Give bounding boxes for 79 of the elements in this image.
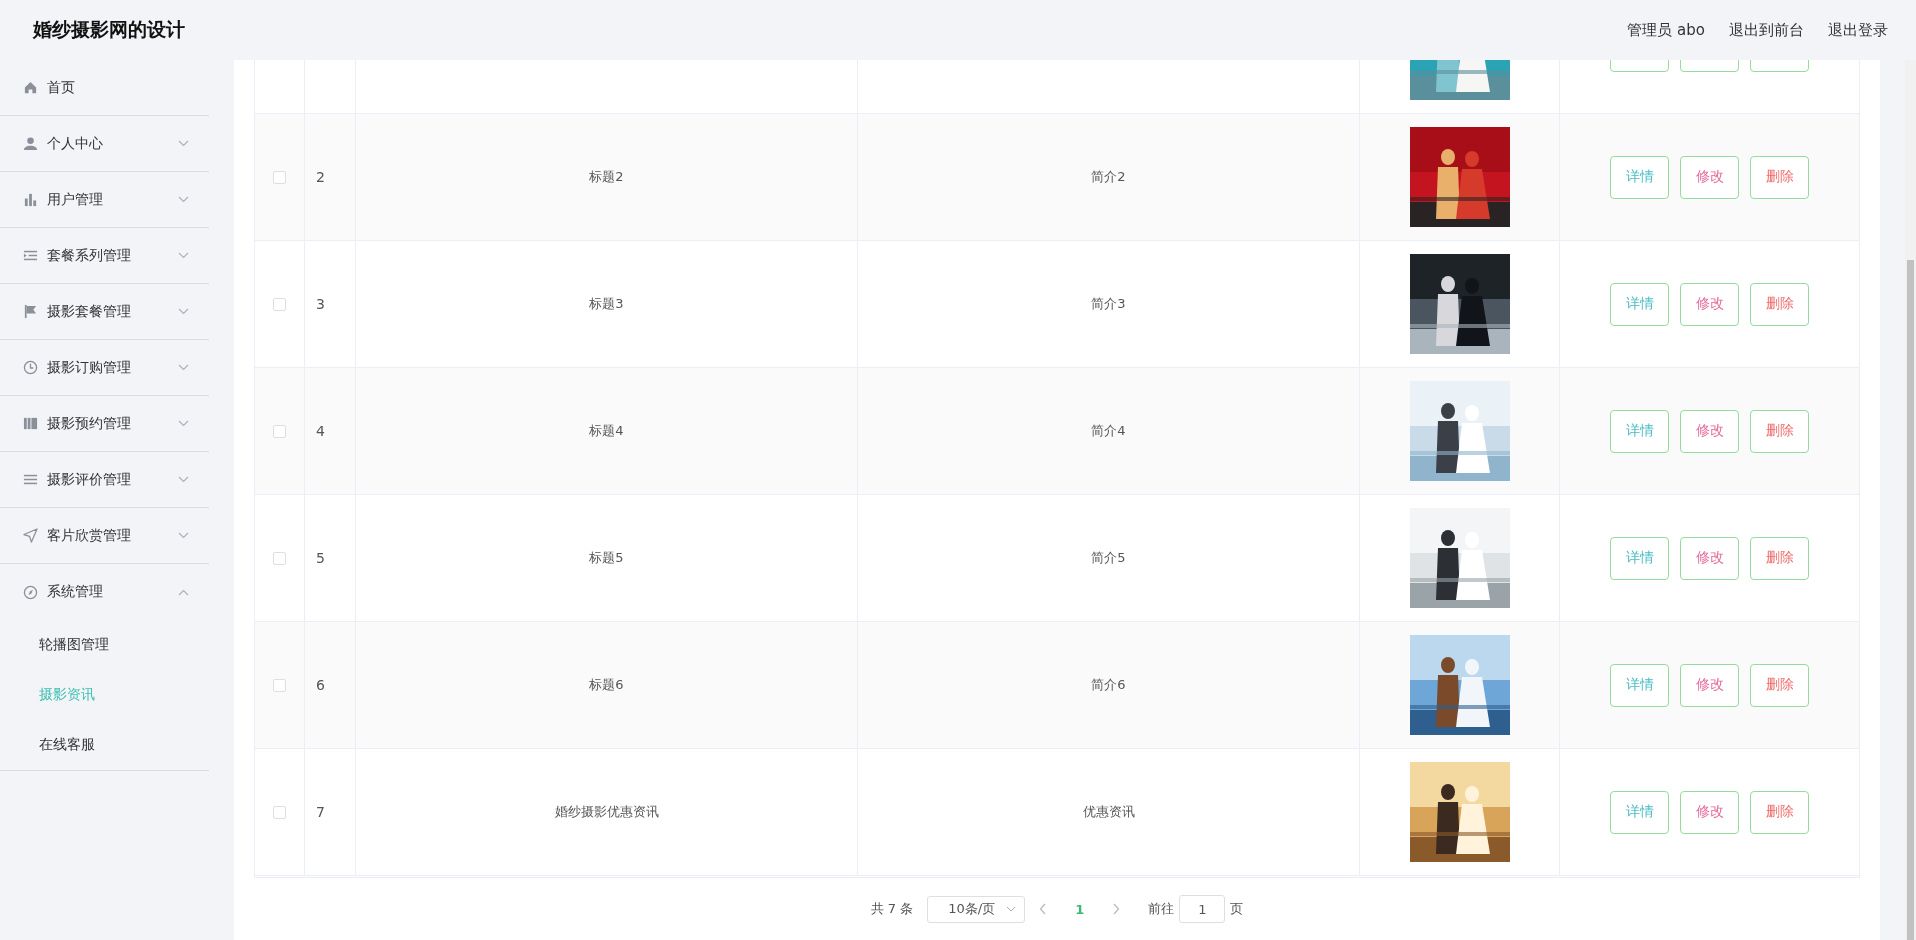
edit-button[interactable]: 修改 — [1680, 536, 1739, 580]
intro-cell: 简介3 — [1091, 295, 1126, 313]
intro-cell: 简介6 — [1091, 676, 1126, 694]
submenu-item[interactable]: 在线客服 — [0, 720, 209, 770]
checkbox[interactable] — [273, 805, 286, 819]
title-cell: 标题3 — [589, 295, 624, 313]
detail-button[interactable]: 详情 — [1610, 790, 1669, 834]
delete-button[interactable]: 删除 — [1750, 155, 1809, 199]
detail-button[interactable]: 详情 — [1610, 155, 1669, 199]
send-icon — [23, 528, 38, 543]
title-cell: 标题2 — [589, 168, 624, 186]
delete-button[interactable]: 删除 — [1750, 409, 1809, 453]
delete-button[interactable]: 删除 — [1750, 663, 1809, 707]
title-cell: 婚纱摄影优惠资讯 — [554, 803, 659, 821]
title-cell: 标题6 — [589, 676, 624, 694]
total-count: 共 7 条 — [870, 900, 914, 918]
row-number: 3 — [316, 296, 325, 312]
sidebar-item[interactable]: 摄影订购管理 — [0, 340, 209, 396]
page-suffix: 页 — [1230, 900, 1244, 918]
page-size-select[interactable]: 10条/页 — [927, 895, 1026, 923]
edit-button[interactable]: 修改 — [1680, 155, 1739, 199]
submenu-item[interactable]: 轮播图管理 — [0, 620, 209, 670]
clock-icon — [23, 360, 38, 375]
row-number: 4 — [316, 423, 325, 439]
intro-cell: 简介5 — [1091, 549, 1126, 567]
indent-icon — [23, 248, 38, 263]
checkbox[interactable] — [273, 297, 286, 311]
title-cell: 标题5 — [589, 549, 624, 567]
prev-page-icon[interactable] — [1039, 903, 1048, 915]
checkbox[interactable] — [273, 678, 286, 692]
delete-button[interactable]: 删除 — [1750, 536, 1809, 580]
bars-icon — [23, 192, 38, 207]
header-link[interactable]: 退出到前台 — [1729, 20, 1804, 40]
page-number[interactable]: 1 — [1061, 901, 1099, 917]
sidebar-item[interactable]: 系统管理 — [0, 564, 209, 620]
edit-button[interactable]: 修改 — [1680, 663, 1739, 707]
sidebar-item[interactable]: 套餐系列管理 — [0, 228, 209, 284]
sidebar-item[interactable]: 用户管理 — [0, 172, 209, 228]
delete-button[interactable]: 删除 — [1750, 790, 1809, 834]
page-input[interactable]: 1 — [1179, 895, 1226, 923]
submenu-item[interactable]: 摄影资讯 — [0, 670, 209, 720]
row-number: 7 — [316, 804, 325, 820]
detail-button[interactable]: 详情 — [1610, 663, 1669, 707]
goto-label: 前往 — [1148, 900, 1175, 918]
intro-cell: 简介2 — [1091, 168, 1126, 186]
scrollbar[interactable] — [1905, 60, 1916, 940]
flag-icon — [23, 304, 38, 319]
next-page-icon[interactable] — [1112, 903, 1121, 915]
sidebar-item[interactable]: 首页 — [0, 60, 209, 116]
intro-cell: 优惠资讯 — [1082, 803, 1135, 821]
row-number: 2 — [316, 169, 325, 185]
checkbox[interactable] — [273, 551, 286, 565]
sidebar-item[interactable]: 个人中心 — [0, 116, 209, 172]
compass-icon — [23, 584, 38, 600]
edit-button[interactable]: 修改 — [1680, 409, 1739, 453]
home-icon — [23, 80, 38, 95]
sidebar-item[interactable]: 摄影评价管理 — [0, 452, 209, 508]
row-number: 5 — [316, 550, 325, 566]
intro-cell: 简介4 — [1091, 422, 1126, 440]
site-title: 婚纱摄影网的设计 — [33, 17, 185, 42]
checkbox[interactable] — [273, 170, 286, 184]
detail-button[interactable]: 详情 — [1610, 536, 1669, 580]
checkbox[interactable] — [273, 424, 286, 438]
edit-button[interactable]: 修改 — [1680, 282, 1739, 326]
admin-label: 管理员 abo — [1627, 20, 1705, 40]
lines-icon — [23, 472, 38, 487]
delete-button[interactable]: 删除 — [1750, 282, 1809, 326]
sidebar-item[interactable]: 摄影套餐管理 — [0, 284, 209, 340]
sidebar-item[interactable]: 客片欣赏管理 — [0, 508, 209, 564]
chevron-down-icon — [1006, 906, 1017, 912]
header-link[interactable]: 退出登录 — [1828, 20, 1888, 40]
title-cell: 标题4 — [589, 422, 624, 440]
books-icon — [23, 416, 38, 431]
user-icon — [23, 136, 38, 151]
sidebar-item[interactable]: 摄影预约管理 — [0, 396, 209, 452]
row-number: 6 — [316, 677, 325, 693]
detail-button[interactable]: 详情 — [1610, 282, 1669, 326]
edit-button[interactable]: 修改 — [1680, 790, 1739, 834]
detail-button[interactable]: 详情 — [1610, 409, 1669, 453]
